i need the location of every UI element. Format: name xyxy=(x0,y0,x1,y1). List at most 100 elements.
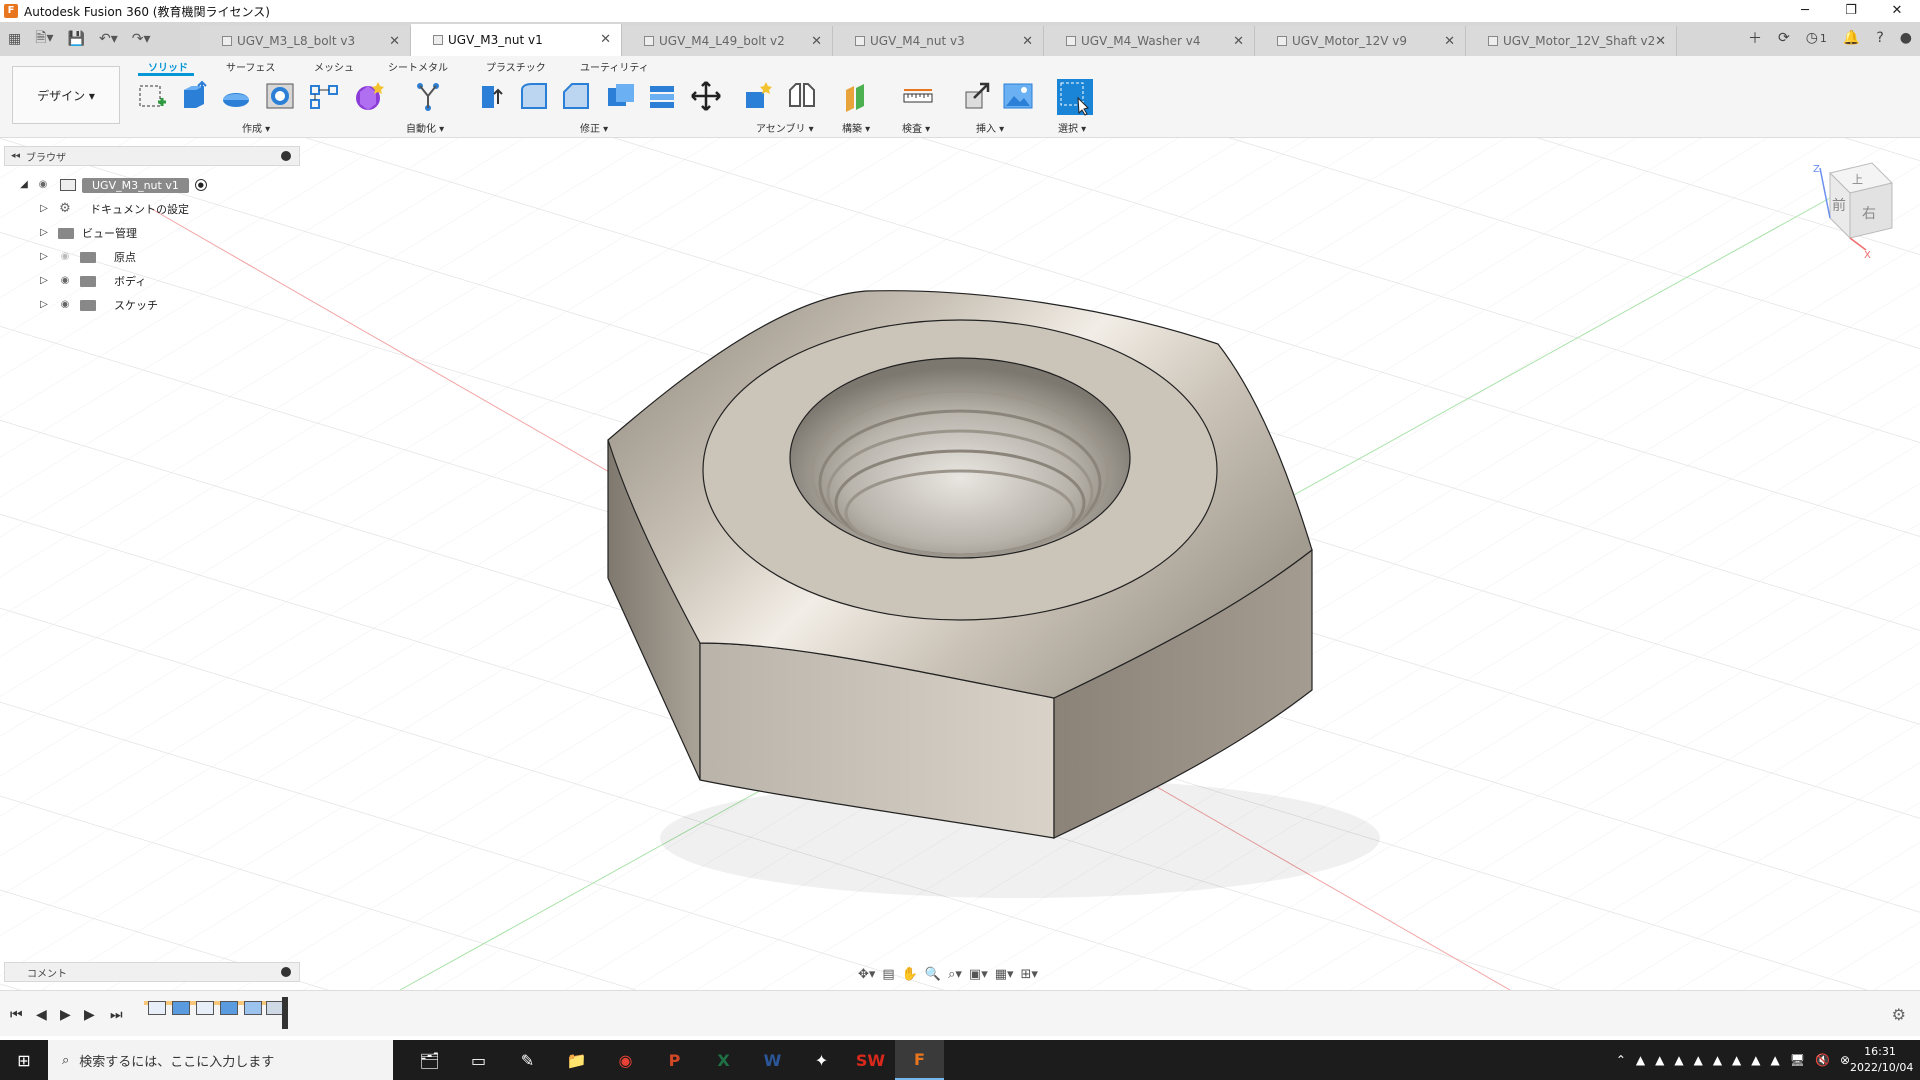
powerpoint-app-icon[interactable]: P xyxy=(650,1040,699,1080)
hole-icon[interactable] xyxy=(264,80,296,112)
taskbar-clock[interactable]: 16:31 2022/10/04 xyxy=(1850,1044,1913,1076)
close-tab-icon[interactable]: ✕ xyxy=(389,34,400,49)
file-menu-icon[interactable]: 🗎▾ xyxy=(35,27,53,51)
step-forward-icon[interactable]: ▶ xyxy=(84,1007,95,1023)
data-panel-grid-icon[interactable]: ▦ xyxy=(8,31,21,47)
tab-utility[interactable]: ユーティリティ xyxy=(580,59,649,74)
tab-plastic[interactable]: プラスチック xyxy=(486,59,546,74)
close-button[interactable]: ✕ xyxy=(1874,0,1920,22)
root-component-label[interactable]: UGV_M3_nut v1 xyxy=(82,177,189,193)
timeline-extrude-icon[interactable] xyxy=(172,1001,190,1015)
tray-app-icon[interactable]: ▲ xyxy=(1655,1053,1664,1067)
tray-app-icon[interactable]: ▲ xyxy=(1751,1053,1760,1067)
app-icon[interactable]: ✦ xyxy=(797,1040,846,1080)
new-tab-plus-icon[interactable]: ＋ xyxy=(1748,28,1762,48)
workspace-switcher-button[interactable]: デザイン ▾ xyxy=(12,66,120,124)
tree-item-named-views[interactable]: ▷ ビュー管理 xyxy=(38,222,137,244)
expand-triangle-icon[interactable]: ▷ xyxy=(38,251,50,263)
activate-radio-icon[interactable]: ● xyxy=(194,179,207,191)
user-avatar-icon[interactable]: ● xyxy=(1900,30,1912,46)
step-back-icon[interactable]: ◀ xyxy=(36,1007,47,1023)
excel-app-icon[interactable]: X xyxy=(699,1040,748,1080)
notepad-app-icon[interactable]: ✎ xyxy=(503,1040,552,1080)
comments-panel-header[interactable]: コメント xyxy=(4,962,300,982)
canvas-viewport[interactable]: 上 前 右 Z X xyxy=(0,138,1920,990)
restore-button[interactable]: ❐ xyxy=(1828,0,1874,22)
expand-triangle-icon[interactable]: ▷ xyxy=(38,275,50,287)
browser-panel-header[interactable]: ◂◂ ブラウザ xyxy=(4,146,300,166)
tray-app-icon[interactable]: ▲ xyxy=(1713,1053,1722,1067)
solidworks-app-icon[interactable]: SW xyxy=(846,1040,895,1080)
display-settings-icon[interactable]: ▣▾ xyxy=(969,967,988,982)
close-tab-icon[interactable]: ✕ xyxy=(811,34,822,49)
new-component-icon[interactable] xyxy=(742,80,774,112)
close-tab-icon[interactable]: ✕ xyxy=(1022,34,1033,49)
press-pull-icon[interactable] xyxy=(476,80,508,112)
combine-icon[interactable] xyxy=(646,80,678,112)
extrude-icon[interactable] xyxy=(178,80,210,112)
tree-item-origin[interactable]: ▷ ◉ 原点 xyxy=(38,246,136,268)
tray-app-icon[interactable]: ▲ xyxy=(1674,1053,1683,1067)
timeline-marker[interactable] xyxy=(282,997,288,1029)
doc-tab-3[interactable]: UGV_M4_nut v3 ✕ xyxy=(833,26,1044,56)
doc-tab-2[interactable]: UGV_M4_L49_bolt v2 ✕ xyxy=(622,26,833,56)
tree-item-document-settings[interactable]: ▷ ⚙ ドキュメントの設定 xyxy=(38,198,189,220)
notification-bell-icon[interactable]: 🔔 xyxy=(1843,30,1860,46)
windows-start-icon[interactable]: ⊞ xyxy=(0,1040,48,1080)
panel-pin-icon[interactable] xyxy=(281,151,291,161)
close-tab-icon[interactable]: ✕ xyxy=(1655,34,1666,49)
expand-triangle-icon[interactable]: ▷ xyxy=(38,299,50,311)
file-explorer-app-icon[interactable]: 🗂 xyxy=(405,1040,454,1080)
expand-triangle-icon[interactable]: ◢ xyxy=(18,179,30,191)
tab-mesh[interactable]: メッシュ xyxy=(314,59,354,74)
chrome-app-icon[interactable]: ◉ xyxy=(601,1040,650,1080)
viewports-icon[interactable]: ⊞▾ xyxy=(1021,967,1038,982)
grid-settings-icon[interactable]: ▦▾ xyxy=(995,967,1014,982)
group-modify[interactable]: 修正 ▾ xyxy=(580,120,608,135)
word-app-icon[interactable]: W xyxy=(748,1040,797,1080)
tray-app-icon[interactable]: ▲ xyxy=(1636,1053,1645,1067)
undo-icon[interactable]: ↶▾ xyxy=(99,31,118,47)
group-create[interactable]: 作成 ▾ xyxy=(242,120,270,135)
save-icon[interactable]: 💾 xyxy=(68,31,85,47)
close-tab-icon[interactable]: ✕ xyxy=(600,32,611,47)
doc-tab-6[interactable]: UGV_Motor_12V_Shaft v2 ✕ xyxy=(1466,26,1677,56)
close-tab-icon[interactable]: ✕ xyxy=(1233,34,1244,49)
hidden-eye-icon[interactable]: ◉ xyxy=(58,252,72,262)
taskbar-search-box[interactable]: ⌕ 検索するには、ここに入力します xyxy=(48,1040,393,1080)
group-insert[interactable]: 挿入 ▾ xyxy=(976,120,1004,135)
redo-icon[interactable]: ↷▾ xyxy=(132,31,151,47)
play-icon[interactable]: ▶ xyxy=(60,1007,71,1023)
tree-item-bodies[interactable]: ▷ ◉ ボディ xyxy=(38,270,146,292)
pan-hand-icon[interactable]: ✋ xyxy=(902,967,918,982)
tree-item-sketches[interactable]: ▷ ◉ スケッチ xyxy=(38,294,158,316)
create-form-icon[interactable] xyxy=(352,80,384,112)
tab-surface[interactable]: サーフェス xyxy=(226,59,275,74)
tray-chevron-icon[interactable]: ⌃ xyxy=(1616,1053,1626,1067)
online-status-icon[interactable]: ⟳ xyxy=(1778,30,1790,46)
joint-icon[interactable] xyxy=(786,80,818,112)
look-at-icon[interactable]: ▤ xyxy=(882,967,894,982)
job-status-icon[interactable]: ◷ xyxy=(1806,30,1818,46)
tray-app-icon[interactable]: ▲ xyxy=(1732,1053,1741,1067)
tray-app-icon[interactable]: ▲ xyxy=(1771,1053,1780,1067)
offset-plane-icon[interactable] xyxy=(842,80,874,112)
select-tool-icon[interactable] xyxy=(1056,78,1094,116)
close-tab-icon[interactable]: ✕ xyxy=(1444,34,1455,49)
doc-tab-0[interactable]: UGV_M3_L8_bolt v3 ✕ xyxy=(200,26,411,56)
doc-tab-5[interactable]: UGV_Motor_12V v9 ✕ xyxy=(1255,26,1466,56)
shell-icon[interactable] xyxy=(604,80,636,112)
visibility-eye-icon[interactable]: ◉ xyxy=(36,180,50,190)
fit-zoom-window-icon[interactable]: ⌕▾ xyxy=(948,967,962,982)
help-icon[interactable]: ? xyxy=(1876,30,1883,46)
measure-icon[interactable] xyxy=(902,80,934,112)
doc-tab-4[interactable]: UGV_M4_Washer v4 ✕ xyxy=(1044,26,1255,56)
timeline-sketch-icon[interactable] xyxy=(196,1001,214,1015)
tab-solid[interactable]: ソリッド xyxy=(148,59,188,74)
expand-triangle-icon[interactable]: ▷ xyxy=(38,227,50,239)
fillet-icon[interactable] xyxy=(518,80,550,112)
canvas-image-icon[interactable] xyxy=(1002,80,1034,112)
automate-icon[interactable] xyxy=(412,80,444,112)
fusion-app-icon[interactable]: F xyxy=(895,1040,944,1080)
go-to-end-icon[interactable]: ⏭ xyxy=(110,1007,123,1023)
